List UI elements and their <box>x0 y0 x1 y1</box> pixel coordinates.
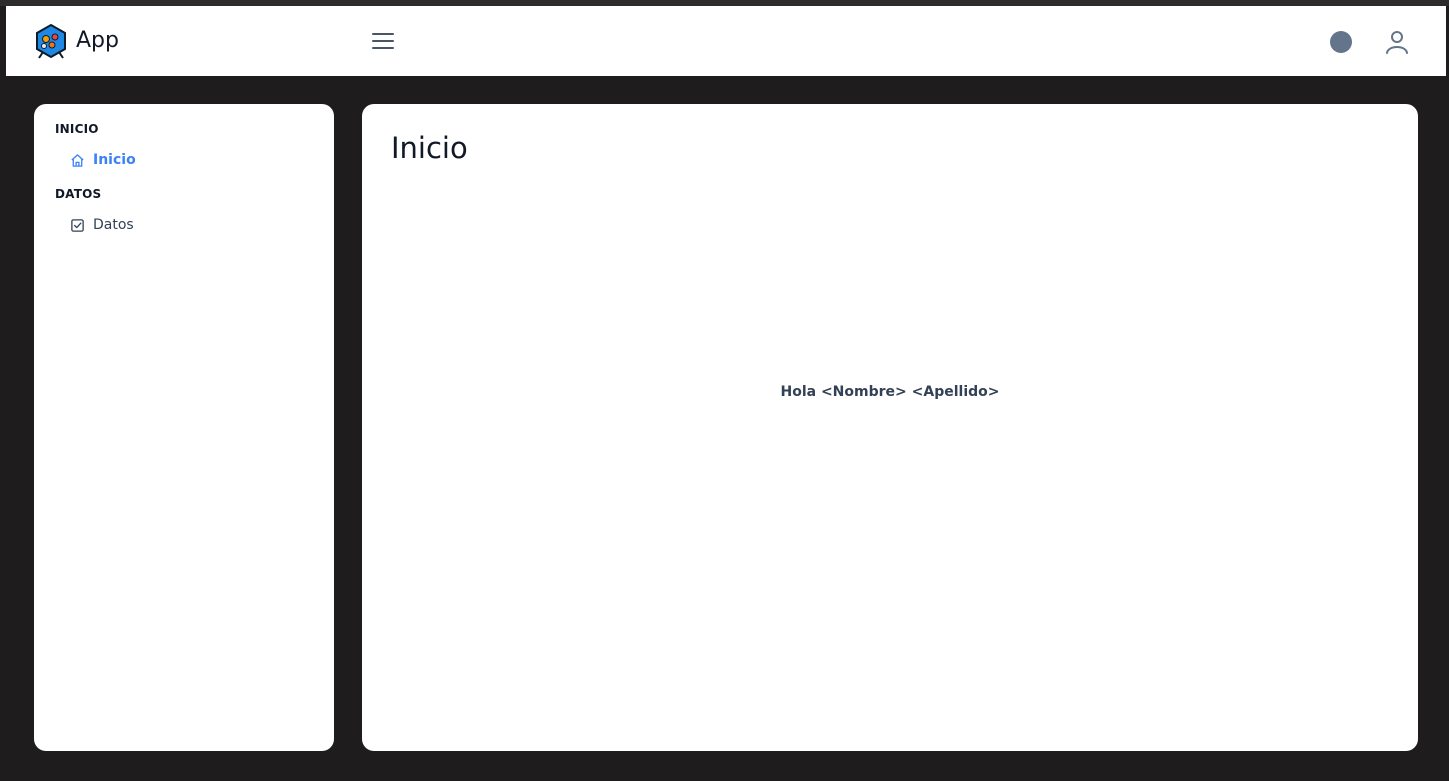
user-icon[interactable] <box>1384 29 1410 55</box>
sidebar-item-label: Datos <box>93 217 134 233</box>
sidebar-item-datos[interactable]: Datos <box>70 216 313 234</box>
page-title: Inicio <box>391 131 468 165</box>
greeting-text: Hola <Nombre> <Apellido> <box>780 384 1000 400</box>
sidebar-item-label: Inicio <box>93 152 136 168</box>
hamburger-icon[interactable] <box>371 31 395 51</box>
checkbox-icon <box>71 218 84 232</box>
sidebar-section-inicio: INICIO <box>55 122 99 136</box>
sidebar-section-datos: DATOS <box>55 187 102 201</box>
main-content: Inicio Hola <Nombre> <Apellido> <box>362 104 1418 751</box>
app-name: App <box>76 28 119 53</box>
sidebar-item-inicio[interactable]: Inicio <box>70 151 313 169</box>
circle-icon[interactable] <box>1330 31 1352 53</box>
home-icon <box>71 153 84 167</box>
sidebar: INICIO Inicio DATOS Datos <box>34 104 334 751</box>
hexagon-logo-icon[interactable] <box>34 23 68 59</box>
top-bar: App <box>6 6 1446 76</box>
